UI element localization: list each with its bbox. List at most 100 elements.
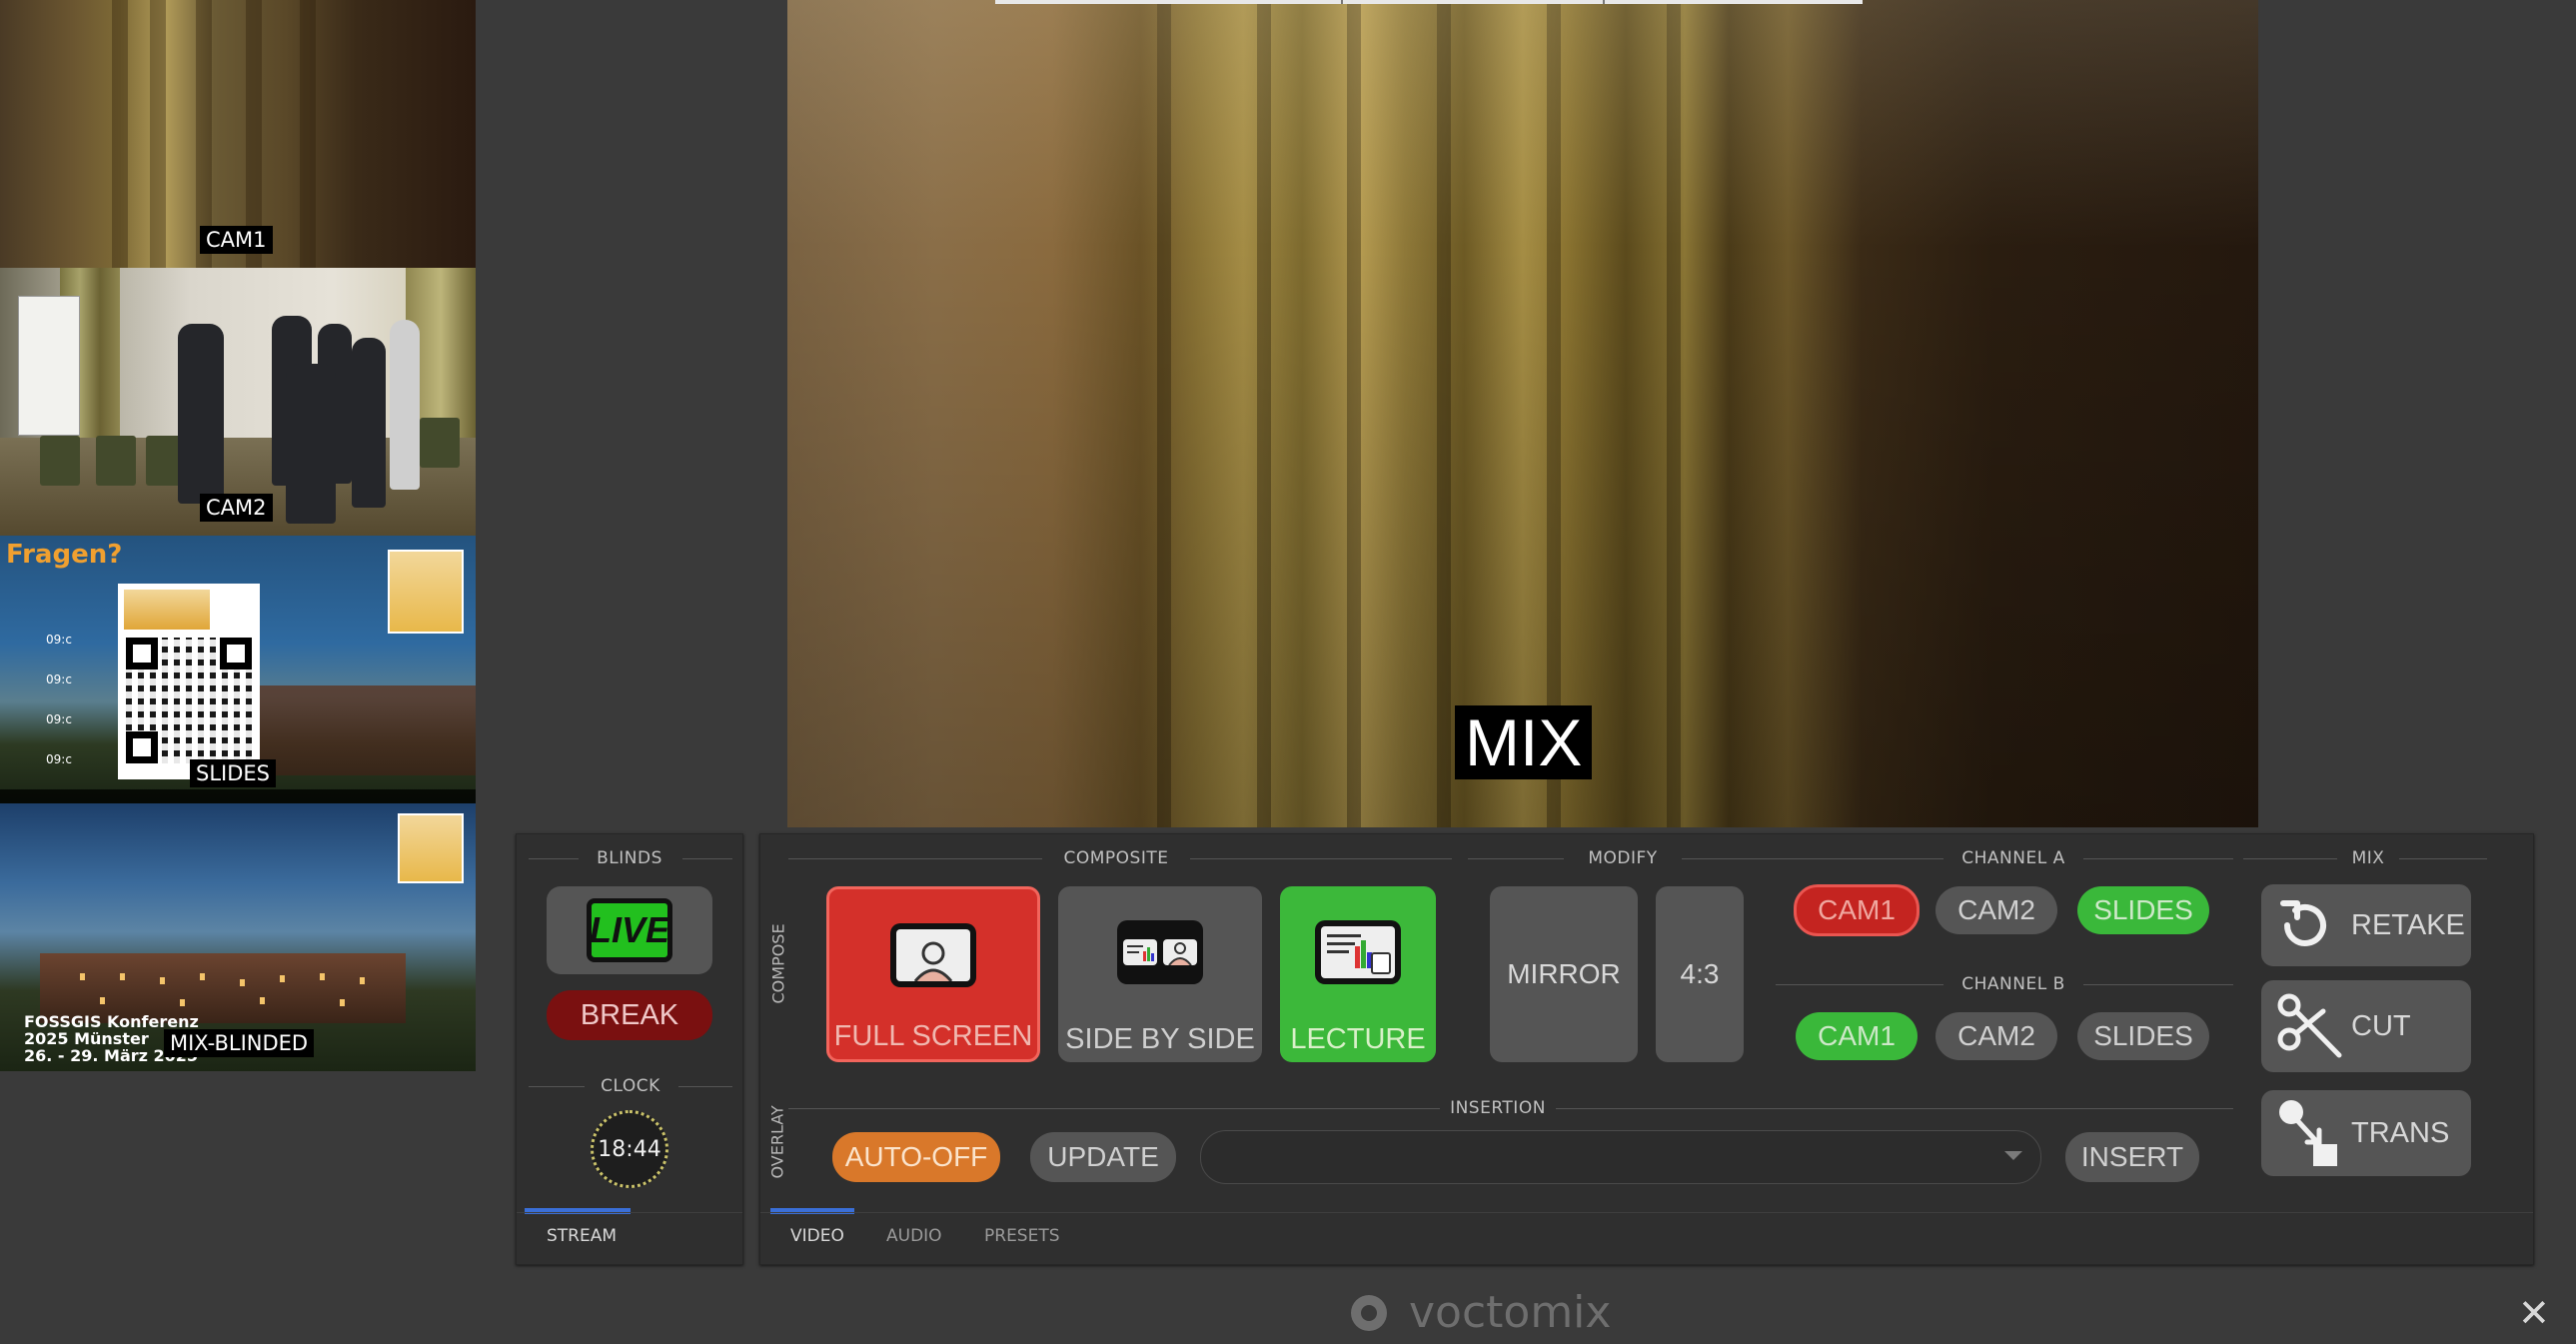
rollup-banner [18, 296, 80, 436]
tab-video[interactable]: VIDEO [790, 1226, 844, 1246]
chair [420, 418, 460, 468]
trans-button[interactable]: TRANS [2261, 1090, 2471, 1176]
channel-a-slides-button[interactable]: SLIDES [2077, 886, 2209, 934]
tab-underline [525, 1208, 631, 1214]
side-by-side-label: SIDE BY SIDE [1065, 1023, 1255, 1055]
auto-off-button[interactable]: AUTO-OFF [832, 1132, 1000, 1182]
clock-title: CLOCK [601, 1076, 660, 1096]
section-divider [1556, 1108, 2233, 1109]
trans-label: TRANS [2351, 1116, 2450, 1149]
full-screen-icon [890, 923, 976, 987]
insertion-select[interactable] [1200, 1130, 2041, 1184]
side-by-side-button[interactable]: SIDE BY SIDE [1058, 886, 1262, 1062]
transition-icon [2279, 1100, 2337, 1166]
fossgis-logo [388, 550, 464, 634]
person [178, 324, 224, 504]
retake-button[interactable]: RETAKE [2261, 884, 2471, 966]
modify-title: MODIFY [1588, 848, 1658, 868]
retake-icon [2280, 900, 2326, 946]
full-screen-label: FULL SCREEN [833, 1020, 1033, 1052]
tab-presets[interactable]: PRESETS [984, 1226, 1060, 1246]
preview-cam2[interactable]: CAM2 [0, 268, 476, 536]
fossgis-logo [398, 813, 464, 883]
lecture-label: LECTURE [1290, 1023, 1426, 1055]
channel-a-cam1-button[interactable]: CAM1 [1794, 884, 1920, 936]
schedule-time: 09:c [46, 672, 72, 686]
break-button[interactable]: BREAK [547, 990, 712, 1040]
channel-b-slides-button[interactable]: SLIDES [2077, 1012, 2209, 1060]
preview-label: MIX-BLINDED [164, 1029, 315, 1057]
live-button[interactable]: LIVE [547, 886, 712, 974]
schedule-time: 09:c [46, 752, 72, 766]
preview-label: CAM2 [200, 494, 273, 522]
schedule-time: 09:c [46, 633, 72, 647]
section-divider [2243, 858, 2337, 859]
insertion-title: INSERTION [1450, 1098, 1546, 1118]
section-divider [1468, 858, 1564, 859]
channel-a-title: CHANNEL A [1961, 848, 2065, 868]
retake-label: RETAKE [2351, 908, 2465, 941]
section-divider [2083, 858, 2233, 859]
channel-a-cam2-button[interactable]: CAM2 [1935, 886, 2057, 934]
channel-b-cam2-button[interactable]: CAM2 [1935, 1012, 2057, 1060]
section-divider [1682, 858, 1778, 859]
section-divider [678, 1086, 732, 1087]
insert-button[interactable]: INSERT [2065, 1132, 2199, 1182]
section-divider [1776, 984, 1943, 985]
app-name: voctomix [1409, 1287, 1612, 1338]
channel-b-cam1-button[interactable]: CAM1 [1796, 1012, 1918, 1060]
close-icon[interactable]: ✕ [2518, 1291, 2550, 1335]
blinds-title: BLINDS [597, 848, 662, 868]
overlay-side-label: OVERLAY [767, 1105, 787, 1179]
tab-stream[interactable]: STREAM [547, 1226, 617, 1246]
section-divider [788, 1108, 1440, 1109]
control-panel: COMPOSE COMPOSITE FULL SCREEN SIDE BY SI… [759, 833, 2534, 1265]
schedule-time: 09:c [46, 712, 72, 726]
slide-heading: Fragen? [6, 540, 123, 570]
section-divider [1776, 858, 1943, 859]
curtain-fold [300, 0, 316, 268]
scissors-icon [2277, 993, 2342, 1058]
top-strip [995, 0, 1863, 4]
person [286, 364, 336, 524]
slide-ticker [0, 789, 476, 803]
tab-divider [760, 1212, 2533, 1213]
update-button[interactable]: UPDATE [1030, 1132, 1176, 1182]
section-divider [529, 858, 579, 859]
chevron-down-icon [2004, 1151, 2022, 1160]
video-shading [787, 0, 2258, 827]
person [352, 338, 386, 508]
conference-title: FOSSGIS Konferenz [24, 1012, 199, 1031]
composite-title: COMPOSITE [1063, 848, 1169, 868]
section-divider [529, 1086, 585, 1087]
preview-mix-blinded[interactable]: FOSSGIS Konferenz 2025 Münster 26. - 29.… [0, 803, 476, 1071]
full-screen-button[interactable]: FULL SCREEN [826, 886, 1040, 1062]
schedule-times: 09:c 09:c 09:c 09:c [46, 620, 72, 779]
section-divider [788, 858, 1042, 859]
person [390, 320, 420, 490]
mix-title: MIX [2351, 848, 2385, 868]
lecture-button[interactable]: LECTURE [1280, 886, 1436, 1062]
preview-label: CAM1 [200, 226, 273, 254]
mirror-button[interactable]: MIRROR [1490, 886, 1638, 1062]
section-divider [2083, 984, 2233, 985]
tab-divider [517, 1212, 742, 1213]
compose-side-label: COMPOSE [768, 923, 788, 1004]
preview-slides[interactable]: Fragen? 09:c 09:c 09:c 09:c SLIDES [0, 536, 476, 803]
chair [40, 436, 80, 486]
section-divider [682, 858, 732, 859]
program-label: MIX [1455, 705, 1593, 779]
qr-corner [126, 638, 158, 670]
aspect-ratio-button[interactable]: 4:3 [1656, 886, 1744, 1062]
tab-audio[interactable]: AUDIO [886, 1226, 942, 1246]
cut-button[interactable]: CUT [2261, 980, 2471, 1072]
preview-cam1[interactable]: CAM1 [0, 0, 476, 268]
section-divider [1190, 858, 1452, 859]
cut-label: CUT [2351, 1009, 2411, 1042]
clock-display: 18:44 [591, 1110, 668, 1188]
tab-underline [770, 1208, 854, 1214]
preview-label: SLIDES [190, 759, 276, 787]
qr-corner [220, 638, 252, 670]
lecture-icon [1315, 920, 1401, 984]
qr-card [118, 584, 260, 779]
